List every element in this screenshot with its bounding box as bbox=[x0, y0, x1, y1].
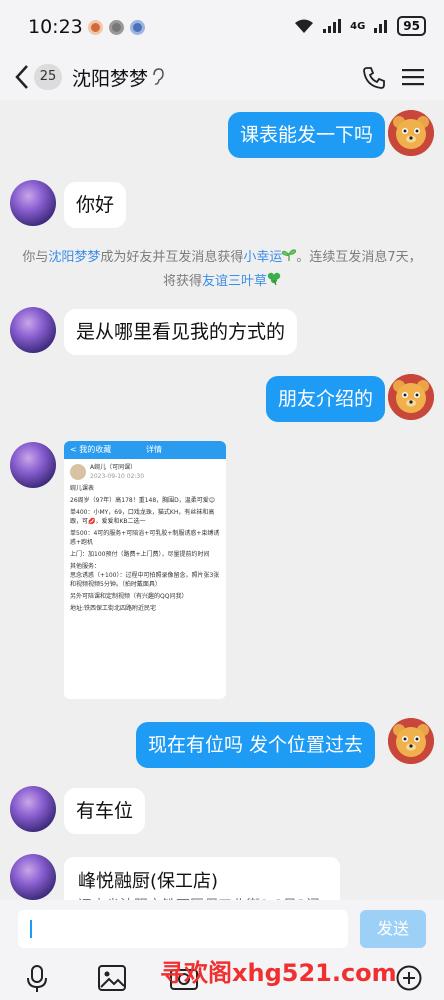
microphone-icon[interactable] bbox=[26, 965, 48, 993]
signal-icon bbox=[323, 19, 342, 33]
image-message[interactable]: < 我的收藏 详情 A婉儿（可同课） 2023-09-10 02:30 婉儿课表 … bbox=[64, 441, 226, 699]
image-line: 另外可陪课和定制视频（有兴趣的QQ问我） bbox=[70, 593, 188, 600]
chat-header: 25 沈阳梦梦 bbox=[0, 54, 444, 100]
location-title: 峰悦融厨(保工店) bbox=[78, 871, 219, 892]
sys-text: 你与 bbox=[22, 250, 49, 265]
message-text: 现在有位吗 发个位置过去 bbox=[148, 734, 364, 756]
little-luck-link[interactable]: 小幸运 bbox=[243, 250, 282, 265]
image-line: 婉儿课表 bbox=[70, 485, 95, 492]
contact-avatar[interactable] bbox=[10, 180, 56, 226]
bear-avatar-icon bbox=[388, 374, 434, 420]
image-bar-title: 详情 bbox=[146, 445, 162, 454]
message-bubble-received[interactable]: 有车位 bbox=[64, 788, 146, 834]
chat-area[interactable]: 课表能发一下吗 你好 你与沈阳梦梦成为好友并互发消息获得小幸运 。连续互发消息7天… bbox=[0, 100, 444, 917]
image-content: A婉儿（可同课） 2023-09-10 02:30 婉儿课表 26周岁（97年）高… bbox=[64, 459, 226, 620]
contact-name[interactable]: 沈阳梦梦 bbox=[72, 64, 148, 91]
bear-avatar-icon bbox=[388, 110, 434, 156]
image-topbar: < 我的收藏 详情 bbox=[64, 441, 226, 459]
image-bar-back: < 我的收藏 bbox=[70, 445, 112, 454]
friendship-clover-link[interactable]: 友谊三叶草 bbox=[202, 274, 267, 289]
status-right: 4G 95 bbox=[294, 16, 426, 36]
message-bubble-sent[interactable]: 朋友介绍的 bbox=[266, 376, 386, 422]
image-line: 26周岁（97年）高178！重148，胸围D，温柔可爱😊 bbox=[70, 497, 216, 504]
image-icon[interactable] bbox=[98, 965, 126, 991]
sys-text: 成为好友并互发消息获得 bbox=[100, 250, 244, 265]
add-icon[interactable] bbox=[396, 965, 422, 991]
image-header-row: A婉儿（可同课） 2023-09-10 02:30 bbox=[70, 463, 220, 481]
battery-indicator: 95 bbox=[397, 16, 426, 36]
wifi-icon bbox=[295, 19, 314, 33]
bear-avatar-icon bbox=[388, 718, 434, 764]
message-text: 你好 bbox=[76, 194, 115, 216]
send-button[interactable]: 发送 bbox=[360, 910, 426, 948]
image-avatar bbox=[70, 464, 86, 480]
back-arrow-icon[interactable] bbox=[14, 64, 30, 90]
image-line: 单400：小MY，69，口戏龙珠，猫式KH，有丝袜和高跟，可💋，爱爱和KB二选一 bbox=[70, 509, 215, 525]
notification-icon bbox=[130, 20, 145, 35]
sys-contact-link[interactable]: 沈阳梦梦 bbox=[48, 250, 100, 265]
message-bubble-sent[interactable]: 课表能发一下吗 bbox=[228, 112, 386, 158]
image-name: A婉儿（可同课） bbox=[90, 464, 137, 471]
image-line: 单500：4可的服务+可陪浴+可乳胶+制服诱惑+束缚诱惑+跑机 bbox=[70, 530, 220, 546]
my-avatar[interactable] bbox=[388, 718, 434, 764]
message-input[interactable] bbox=[18, 910, 348, 948]
notification-icons bbox=[88, 20, 145, 35]
message-text: 有车位 bbox=[76, 800, 134, 822]
network-type: 4G bbox=[350, 20, 366, 32]
menu-icon[interactable] bbox=[402, 68, 424, 86]
status-bar: 10:23 4G 95 bbox=[0, 0, 444, 54]
image-date: 2023-09-10 02:30 bbox=[90, 473, 145, 480]
image-line: 其他服务： bbox=[70, 563, 101, 570]
contact-avatar[interactable] bbox=[10, 786, 56, 832]
clover-icon bbox=[267, 272, 281, 286]
status-time: 10:23 bbox=[28, 16, 83, 38]
my-avatar[interactable] bbox=[388, 110, 434, 156]
message-bubble-received[interactable]: 你好 bbox=[64, 182, 127, 228]
contact-avatar[interactable] bbox=[10, 442, 56, 488]
image-line: 地址:铁西保工街北四路附近民宅 bbox=[70, 605, 157, 612]
contact-avatar[interactable] bbox=[10, 854, 56, 900]
message-bubble-sent[interactable]: 现在有位吗 发个位置过去 bbox=[136, 722, 376, 768]
image-line: 思念诱惑（+100）：过程中可拍照录像留念，照片张3张和视频视频5分钟。（拍时戴… bbox=[70, 572, 220, 588]
message-text: 朋友介绍的 bbox=[278, 388, 374, 410]
sprout-icon bbox=[281, 249, 298, 261]
system-message: 你与沈阳梦梦成为好友并互发消息获得小幸运 。连续互发消息7天，将获得友谊三叶草 bbox=[22, 246, 422, 294]
message-text: 是从哪里看见我的方式的 bbox=[76, 321, 286, 343]
image-line: 上门：加100预付（路费+上门费），尽量提前约时间 bbox=[70, 551, 210, 558]
phone-call-icon[interactable] bbox=[362, 66, 386, 90]
ear-icon bbox=[153, 68, 164, 85]
watermark: 寻欢阁xhg521.com bbox=[160, 959, 397, 987]
image-profile-text: A婉儿（可同课） 2023-09-10 02:30 bbox=[90, 463, 144, 481]
message-bubble-received[interactable]: 是从哪里看见我的方式的 bbox=[64, 309, 298, 355]
notification-icon bbox=[109, 20, 124, 35]
contact-avatar[interactable] bbox=[10, 307, 56, 353]
my-avatar[interactable] bbox=[388, 374, 434, 420]
signal-icon-2 bbox=[374, 20, 388, 33]
notification-icon bbox=[88, 20, 103, 35]
input-bar: 发送 bbox=[0, 900, 444, 955]
unread-count-badge[interactable]: 25 bbox=[34, 64, 62, 90]
text-caret bbox=[30, 920, 32, 938]
message-text: 课表能发一下吗 bbox=[240, 124, 374, 146]
